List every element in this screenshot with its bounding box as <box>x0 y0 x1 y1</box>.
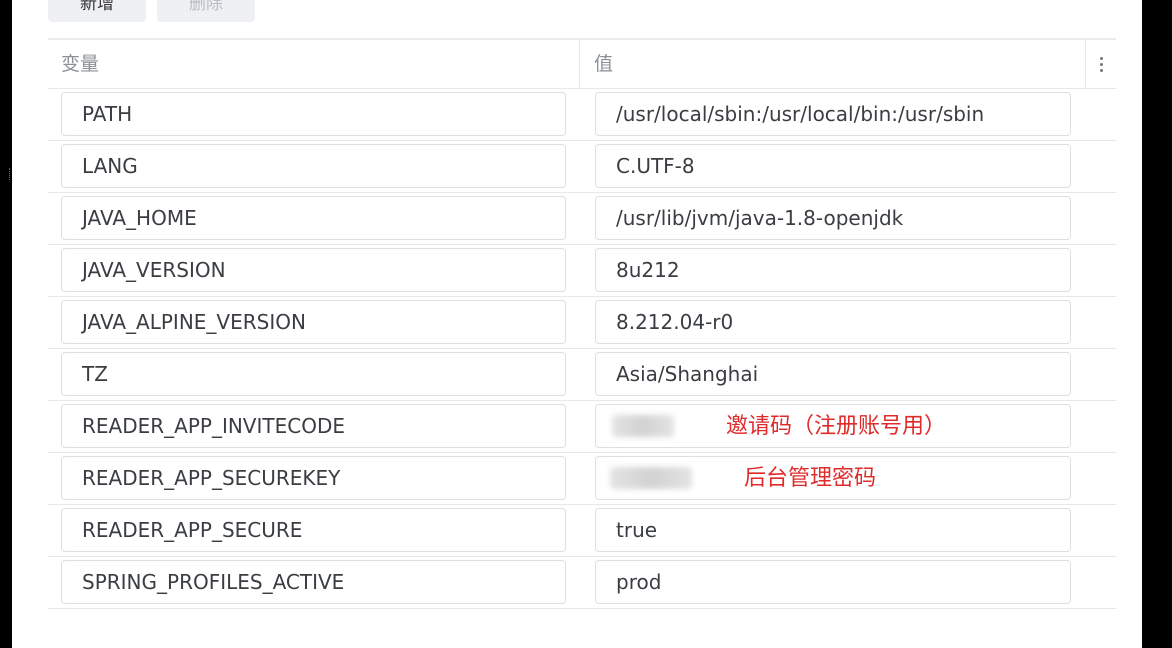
table-row: READER_APP_SECUREKEY 后台管理密码 <box>48 453 1116 505</box>
table-header: 变量 值 <box>48 40 1116 89</box>
variable-value-input[interactable]: 邀请码（注册账号用） <box>595 404 1071 448</box>
variable-name-input[interactable]: JAVA_VERSION <box>61 248 566 292</box>
column-divider[interactable] <box>579 40 580 88</box>
column-divider[interactable] <box>1085 40 1086 88</box>
variable-name-input[interactable]: READER_APP_INVITECODE <box>61 404 566 448</box>
column-header-value: 值 <box>594 53 614 75</box>
variable-name-input[interactable]: READER_APP_SECURE <box>61 508 566 552</box>
add-button[interactable]: 新增 <box>48 0 146 22</box>
redacted-value <box>610 467 692 489</box>
table-row: LANG C.UTF-8 <box>48 141 1116 193</box>
table-row: SPRING_PROFILES_ACTIVE prod <box>48 557 1116 609</box>
env-table: 变量 值 PATH /usr/local/sbin:/usr/local/bin… <box>48 38 1116 609</box>
variable-value-input[interactable]: 后台管理密码 <box>595 456 1071 500</box>
table-row: PATH /usr/local/sbin:/usr/local/bin:/usr… <box>48 89 1116 141</box>
variable-name-input[interactable]: JAVA_ALPINE_VERSION <box>61 300 566 344</box>
env-variables-panel: 新增 删除 变量 值 PATH /usr/local/sbin:/usr/loc… <box>12 0 1142 648</box>
toolbar: 新增 删除 <box>48 0 255 22</box>
variable-name-input[interactable]: TZ <box>61 352 566 396</box>
annotation-invitecode: 邀请码（注册账号用） <box>726 414 947 439</box>
table-row: JAVA_HOME /usr/lib/jvm/java-1.8-openjdk <box>48 193 1116 245</box>
column-header-variable: 变量 <box>61 53 100 75</box>
variable-name-input[interactable]: PATH <box>61 92 566 136</box>
table-row: TZ Asia/Shanghai <box>48 349 1116 401</box>
variable-value-input[interactable]: /usr/local/sbin:/usr/local/bin:/usr/sbin <box>595 92 1071 136</box>
table-row: READER_APP_INVITECODE 邀请码（注册账号用） <box>48 401 1116 453</box>
table-row: JAVA_VERSION 8u212 <box>48 245 1116 297</box>
variable-value-input[interactable]: 8.212.04-r0 <box>595 300 1071 344</box>
delete-button[interactable]: 删除 <box>157 0 255 22</box>
table-row: JAVA_ALPINE_VERSION 8.212.04-r0 <box>48 297 1116 349</box>
variable-value-input[interactable]: prod <box>595 560 1071 604</box>
variable-name-input[interactable]: SPRING_PROFILES_ACTIVE <box>61 560 566 604</box>
variable-name-input[interactable]: READER_APP_SECUREKEY <box>61 456 566 500</box>
annotation-securekey: 后台管理密码 <box>744 466 877 491</box>
variable-value-input[interactable]: true <box>595 508 1071 552</box>
redacted-value <box>612 415 674 437</box>
variable-name-input[interactable]: LANG <box>61 144 566 188</box>
variable-value-input[interactable]: Asia/Shanghai <box>595 352 1071 396</box>
table-row: READER_APP_SECURE true <box>48 505 1116 557</box>
variable-value-input[interactable]: /usr/lib/jvm/java-1.8-openjdk <box>595 196 1071 240</box>
more-vertical-icon[interactable] <box>1090 40 1112 88</box>
variable-name-input[interactable]: JAVA_HOME <box>61 196 566 240</box>
variable-value-input[interactable]: 8u212 <box>595 248 1071 292</box>
variable-value-input[interactable]: C.UTF-8 <box>595 144 1071 188</box>
